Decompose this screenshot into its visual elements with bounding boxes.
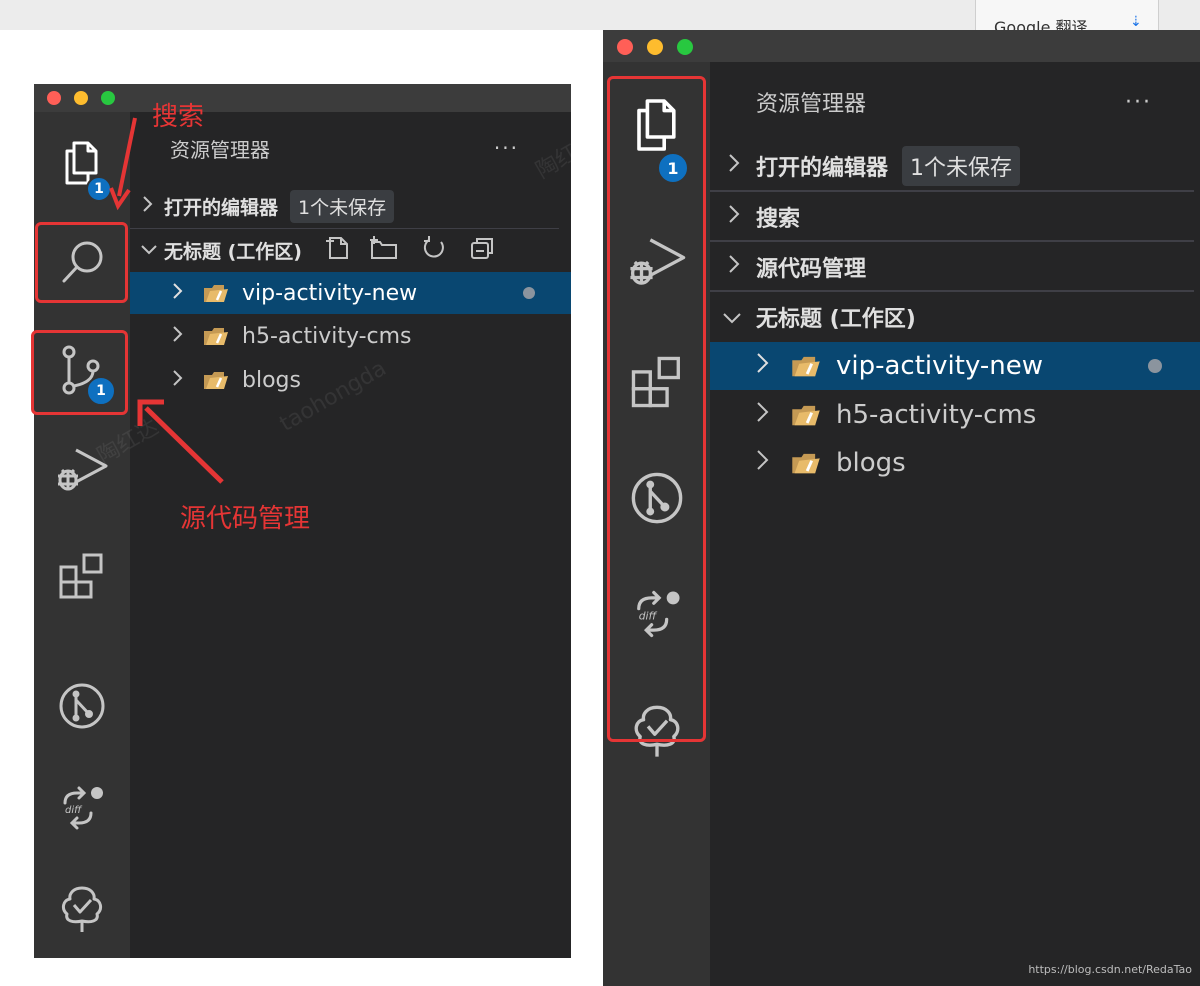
gitlens-icon bbox=[58, 682, 106, 730]
workspace-label: 无标题 (工作区) bbox=[756, 307, 916, 332]
section-divider bbox=[710, 190, 1194, 192]
chevron-down-icon bbox=[722, 305, 756, 330]
new-file-icon[interactable] bbox=[324, 234, 352, 267]
zoom-window-button[interactable] bbox=[677, 39, 693, 55]
search-section-label: 搜索 bbox=[756, 207, 801, 232]
workspace-section[interactable]: 无标题 (工作区) bbox=[710, 296, 1200, 338]
chevron-right-icon bbox=[728, 254, 756, 280]
explorer-header: 资源管理器 ··· bbox=[710, 82, 1200, 122]
activity-extensions[interactable] bbox=[34, 540, 130, 612]
chevron-right-icon bbox=[756, 400, 790, 430]
new-folder-icon[interactable] bbox=[368, 234, 400, 267]
collapse-all-icon[interactable] bbox=[468, 234, 496, 267]
window-titlebar bbox=[34, 84, 571, 112]
chevron-down-icon bbox=[140, 239, 164, 261]
more-actions-button[interactable]: ··· bbox=[1125, 90, 1152, 115]
folder-icon bbox=[790, 353, 822, 379]
scm-arrow-icon bbox=[137, 399, 224, 484]
refresh-icon[interactable] bbox=[420, 234, 448, 267]
minimize-window-button[interactable] bbox=[74, 91, 88, 105]
folder-icon bbox=[790, 402, 822, 428]
scm-annotation: 源代码管理 bbox=[180, 504, 311, 534]
folder-icon bbox=[202, 282, 230, 304]
svg-text:diff: diff bbox=[65, 805, 83, 816]
search-highlight-box bbox=[35, 222, 128, 303]
tree-folder-row[interactable]: vip-activity-new bbox=[710, 342, 1200, 390]
section-divider bbox=[130, 228, 559, 229]
chevron-right-icon bbox=[172, 324, 202, 349]
modified-dot-icon bbox=[1148, 359, 1162, 373]
explorer-sidebar: 资源管理器 ··· 打开的编辑器 1个未保存 搜索 源代码管理 无标题 (工作区… bbox=[710, 62, 1200, 986]
zoom-window-button[interactable] bbox=[101, 91, 115, 105]
folder-icon bbox=[202, 369, 230, 391]
workspace-section[interactable]: 无标题 (工作区) bbox=[130, 232, 571, 268]
open-editors-label: 打开的编辑器 bbox=[164, 196, 279, 219]
chevron-right-icon bbox=[142, 195, 164, 218]
folder-icon bbox=[202, 325, 230, 347]
scm-section-label: 源代码管理 bbox=[756, 257, 867, 282]
folder-icon bbox=[790, 450, 822, 476]
section-divider bbox=[710, 290, 1194, 292]
section-divider bbox=[710, 240, 1194, 242]
tree-folder-row[interactable]: vip-activity-new bbox=[130, 272, 571, 314]
more-actions-button[interactable]: ··· bbox=[494, 136, 519, 160]
chevron-right-icon bbox=[756, 351, 790, 381]
scm-highlight-box bbox=[31, 330, 128, 415]
close-window-button[interactable] bbox=[617, 39, 633, 55]
google-translate-tab[interactable]: Google 翻译 ⇣ bbox=[975, 0, 1159, 30]
tree-folder-row[interactable]: h5-activity-cms bbox=[710, 392, 1200, 438]
search-annotation: 搜索 bbox=[152, 102, 205, 132]
open-editors-section[interactable]: 打开的编辑器 1个未保存 bbox=[710, 146, 1200, 186]
tree-folder-row[interactable]: h5-activity-cms bbox=[130, 316, 571, 356]
close-window-button[interactable] bbox=[47, 91, 61, 105]
folder-name: h5-activity-cms bbox=[836, 400, 1037, 430]
extensions-icon bbox=[57, 551, 107, 601]
image-credit: https://blog.csdn.net/RedaTao bbox=[1028, 963, 1192, 976]
search-arrow-icon bbox=[109, 117, 137, 211]
chevron-right-icon bbox=[728, 153, 756, 179]
folder-name: vip-activity-new bbox=[836, 351, 1043, 381]
chevron-right-icon bbox=[172, 368, 202, 393]
search-section[interactable]: 搜索 bbox=[710, 196, 1200, 238]
chevron-right-icon bbox=[172, 281, 202, 306]
explorer-sidebar: 资源管理器 ··· 打开的编辑器 1个未保存 无标题 (工作区) vip-act… bbox=[130, 112, 571, 958]
modified-dot-icon bbox=[523, 287, 535, 299]
workspace-label: 无标题 (工作区) bbox=[164, 240, 302, 263]
folder-name: vip-activity-new bbox=[242, 280, 418, 306]
translate-arrow-icon: ⇣ bbox=[1130, 14, 1142, 30]
open-editors-section[interactable]: 打开的编辑器 1个未保存 bbox=[130, 188, 571, 224]
minimize-window-button[interactable] bbox=[647, 39, 663, 55]
activity-tree-check[interactable] bbox=[34, 874, 130, 946]
explorer-title: 资源管理器 bbox=[170, 137, 270, 162]
activity-diff[interactable]: diff bbox=[34, 772, 130, 844]
scm-section[interactable]: 源代码管理 bbox=[710, 246, 1200, 288]
chevron-right-icon bbox=[728, 204, 756, 230]
chevron-right-icon bbox=[756, 448, 790, 478]
tree-check-icon bbox=[59, 885, 105, 935]
tree-folder-row[interactable]: blogs bbox=[710, 440, 1200, 486]
unsaved-count-badge: 1个未保存 bbox=[902, 146, 1021, 186]
explorer-title: 资源管理器 bbox=[756, 92, 867, 117]
open-editors-label: 打开的编辑器 bbox=[756, 156, 889, 181]
window-titlebar bbox=[603, 30, 1200, 62]
unsaved-count-badge: 1个未保存 bbox=[290, 189, 395, 223]
activity-bar-highlight-box bbox=[607, 76, 706, 742]
folder-name: h5-activity-cms bbox=[242, 323, 412, 349]
activity-gitlens[interactable] bbox=[34, 670, 130, 742]
folder-name: blogs bbox=[836, 448, 906, 478]
diff-icon: diff bbox=[55, 783, 109, 833]
google-translate-label: Google 翻译 bbox=[994, 18, 1088, 30]
explorer-header: 资源管理器 ··· bbox=[130, 130, 571, 166]
folder-name: blogs bbox=[242, 367, 301, 393]
